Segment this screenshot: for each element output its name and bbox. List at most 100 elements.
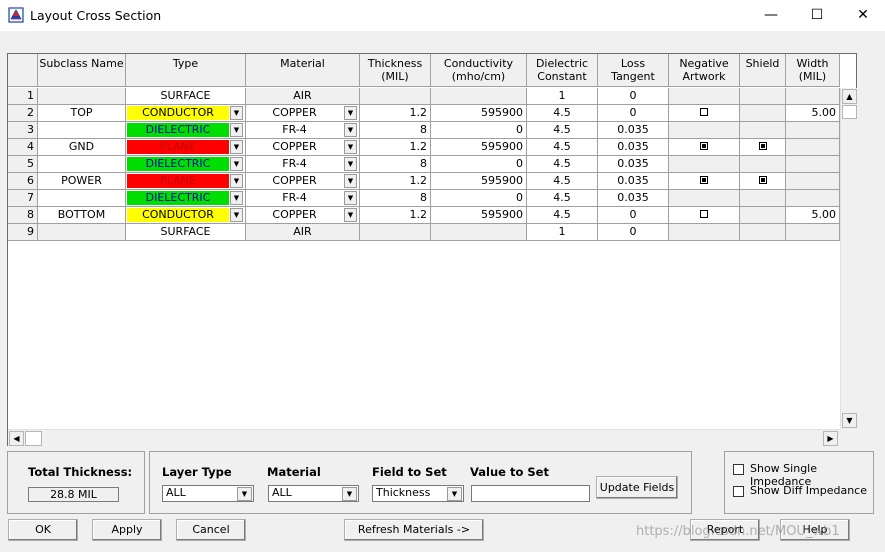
cell-shield[interactable]: [740, 122, 786, 139]
cell-loss[interactable]: 0.035: [598, 122, 669, 139]
close-button[interactable]: ✕: [840, 0, 885, 31]
cell-conductivity[interactable]: 595900: [431, 207, 527, 224]
cell-type[interactable]: CONDUCTOR ▼: [126, 207, 246, 224]
cross-section-grid[interactable]: Subclass Name Type Material Thickness (MIL)…: [7, 53, 857, 446]
cell-negative[interactable]: [669, 88, 740, 105]
cell-type[interactable]: PLANE ▼: [126, 173, 246, 190]
table-row[interactable]: 8 BOTTOM CONDUCTOR ▼ COPPER ▼ 1.2 595900 4.5 0 5.0…: [8, 207, 840, 224]
cell-name[interactable]: [38, 88, 126, 105]
scroll-right-icon[interactable]: ▶: [823, 431, 838, 446]
cell-material[interactable]: AIR: [246, 88, 360, 105]
cell-conductivity[interactable]: 0: [431, 190, 527, 207]
maximize-button[interactable]: ☐: [794, 0, 840, 31]
cell-conductivity[interactable]: 0: [431, 156, 527, 173]
cell-dielectric[interactable]: 4.5: [527, 105, 598, 122]
ok-button[interactable]: OK: [8, 519, 78, 541]
cell-material[interactable]: FR-4 ▼: [246, 156, 360, 173]
value-to-set-input[interactable]: [471, 485, 590, 502]
negative-checkbox[interactable]: [700, 210, 708, 218]
cell-type[interactable]: PLANE ▼: [126, 139, 246, 156]
cell-negative[interactable]: [669, 105, 740, 122]
show-single-impedance-checkbox[interactable]: [733, 464, 744, 475]
cell-conductivity[interactable]: [431, 224, 527, 241]
refresh-materials-button[interactable]: Refresh Materials ->: [344, 519, 484, 541]
cell-width[interactable]: [786, 122, 840, 139]
cell-conductivity[interactable]: 595900: [431, 139, 527, 156]
cell-shield[interactable]: [740, 88, 786, 105]
cell-negative[interactable]: [669, 190, 740, 207]
cell-name[interactable]: [38, 190, 126, 207]
cell-thickness[interactable]: 1.2: [360, 105, 431, 122]
cell-thickness[interactable]: 8: [360, 156, 431, 173]
chevron-down-icon[interactable]: ▼: [344, 174, 357, 188]
negative-checkbox[interactable]: [700, 176, 708, 184]
cell-shield[interactable]: [740, 156, 786, 173]
show-diff-impedance-checkbox[interactable]: [733, 486, 744, 497]
cell-material[interactable]: COPPER ▼: [246, 173, 360, 190]
chevron-down-icon[interactable]: ▼: [230, 157, 243, 171]
cell-material[interactable]: COPPER ▼: [246, 207, 360, 224]
cell-loss[interactable]: 0: [598, 88, 669, 105]
scroll-left-icon[interactable]: ◀: [9, 431, 24, 446]
cell-name[interactable]: [38, 224, 126, 241]
cell-shield[interactable]: [740, 224, 786, 241]
cell-material[interactable]: COPPER ▼: [246, 105, 360, 122]
table-row[interactable]: 7 DIELECTRIC ▼ FR-4 ▼ 8 0 4.5 0.035: [8, 190, 840, 207]
cell-thickness[interactable]: 1.2: [360, 207, 431, 224]
cell-shield[interactable]: [740, 173, 786, 190]
cell-shield[interactable]: [740, 190, 786, 207]
cell-width[interactable]: 5.00: [786, 207, 840, 224]
cell-conductivity[interactable]: 595900: [431, 105, 527, 122]
cell-width[interactable]: [786, 139, 840, 156]
chevron-down-icon[interactable]: ▼: [230, 174, 243, 188]
table-row[interactable]: 9 SURFACE AIR 1 0: [8, 224, 840, 241]
cell-dielectric[interactable]: 4.5: [527, 139, 598, 156]
horizontal-scrollbar[interactable]: ◀ ▶: [8, 429, 840, 446]
cell-negative[interactable]: [669, 139, 740, 156]
cell-conductivity[interactable]: 0: [431, 122, 527, 139]
cell-name[interactable]: TOP: [38, 105, 126, 122]
horizontal-scroll-thumb[interactable]: [25, 431, 42, 446]
scroll-down-icon[interactable]: ▼: [842, 413, 857, 428]
shield-checkbox[interactable]: [758, 142, 767, 150]
cell-dielectric[interactable]: 4.5: [527, 190, 598, 207]
vertical-scrollbar[interactable]: ▲ ▼: [840, 88, 857, 429]
cell-negative[interactable]: [669, 224, 740, 241]
cell-thickness[interactable]: 1.2: [360, 139, 431, 156]
chevron-down-icon[interactable]: ▼: [344, 157, 357, 171]
cell-type[interactable]: SURFACE: [126, 224, 246, 241]
cell-thickness[interactable]: 8: [360, 122, 431, 139]
cell-material[interactable]: AIR: [246, 224, 360, 241]
cell-shield[interactable]: [740, 139, 786, 156]
chevron-down-icon[interactable]: ▼: [230, 208, 243, 222]
chevron-down-icon[interactable]: ▼: [344, 208, 357, 222]
cell-thickness[interactable]: [360, 224, 431, 241]
cell-type[interactable]: DIELECTRIC ▼: [126, 190, 246, 207]
cell-material[interactable]: FR-4 ▼: [246, 122, 360, 139]
cell-width[interactable]: [786, 156, 840, 173]
cell-type[interactable]: DIELECTRIC ▼: [126, 156, 246, 173]
table-row[interactable]: 2 TOP CONDUCTOR ▼ COPPER ▼ 1.2 595900 4.5 0 5.00: [8, 105, 840, 122]
cell-loss[interactable]: 0.035: [598, 173, 669, 190]
cell-shield[interactable]: [740, 105, 786, 122]
cell-width[interactable]: [786, 190, 840, 207]
cell-dielectric[interactable]: 4.5: [527, 173, 598, 190]
chevron-down-icon[interactable]: ▼: [344, 191, 357, 205]
table-row[interactable]: 1 SURFACE AIR 1 0: [8, 88, 840, 105]
field-to-set-select[interactable]: Thickness ▼: [372, 485, 464, 502]
chevron-down-icon[interactable]: ▼: [344, 123, 357, 137]
scroll-up-icon[interactable]: ▲: [842, 89, 857, 104]
cell-material[interactable]: COPPER ▼: [246, 139, 360, 156]
cell-dielectric[interactable]: 4.5: [527, 207, 598, 224]
cell-thickness[interactable]: 1.2: [360, 173, 431, 190]
vertical-scroll-thumb[interactable]: [842, 105, 857, 119]
cell-name[interactable]: POWER: [38, 173, 126, 190]
cell-dielectric[interactable]: 4.5: [527, 122, 598, 139]
chevron-down-icon[interactable]: ▼: [230, 191, 243, 205]
cell-loss[interactable]: 0.035: [598, 139, 669, 156]
minimize-button[interactable]: —: [748, 0, 794, 31]
cell-type[interactable]: CONDUCTOR ▼: [126, 105, 246, 122]
cell-loss[interactable]: 0: [598, 105, 669, 122]
cell-name[interactable]: [38, 122, 126, 139]
cell-dielectric[interactable]: 1: [527, 224, 598, 241]
